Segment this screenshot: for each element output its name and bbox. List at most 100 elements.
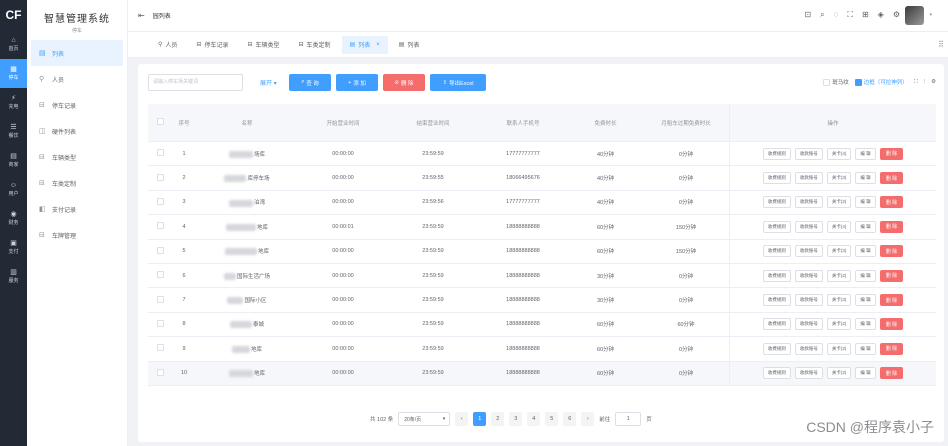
edit-button[interactable]: 编 辑: [855, 196, 876, 209]
row-checkbox[interactable]: [156, 197, 164, 205]
fullscreen-icon[interactable]: ⛶: [914, 79, 918, 86]
rail-item-7[interactable]: ▣ 支付: [0, 233, 27, 262]
page-button-3[interactable]: 3: [509, 412, 523, 426]
tab-list-active[interactable]: ▤ 列表 ×: [341, 35, 388, 54]
table-row[interactable]: 10 地库 00:00:00 23:59:59 18888888888 60分钟…: [148, 361, 936, 386]
table-row[interactable]: 4 地库 00:00:01 23:59:59 18888888888 60分钟 …: [148, 215, 936, 240]
sidebar-item-5[interactable]: ⊟ 车类定制: [27, 170, 127, 196]
rail-item-3[interactable]: ☰ 餐饮: [0, 117, 27, 146]
delete-button[interactable]: 删 除: [879, 367, 904, 380]
zebra-checkbox[interactable]: 斑马纹: [823, 78, 849, 87]
page-button-6[interactable]: 6: [563, 412, 577, 426]
page-button-5[interactable]: 5: [545, 412, 559, 426]
delete-button[interactable]: 删 除: [879, 172, 904, 185]
sidebar-item-7[interactable]: ⊟ 车牌管理: [27, 222, 127, 248]
gate-button[interactable]: 关卡(2): [826, 367, 852, 380]
chevron-down-icon[interactable]: ▾: [929, 12, 932, 18]
delete-button[interactable]: 删 除: [879, 294, 904, 307]
expand-icon[interactable]: ⊞: [862, 10, 869, 20]
gear-icon[interactable]: ⚙: [893, 10, 900, 20]
rail-item-2[interactable]: ⚡ 充电: [0, 88, 27, 117]
table-row[interactable]: 2 库停车场 00:00:00 23:59:55 18066495676 40分…: [148, 166, 936, 191]
row-checkbox[interactable]: [156, 344, 164, 352]
bell-icon[interactable]: ◌: [834, 10, 839, 20]
gate-button[interactable]: 关卡(4): [826, 220, 852, 233]
fee-rule-button[interactable]: 收费规则: [762, 147, 791, 160]
delete-button[interactable]: 删 除: [879, 196, 904, 209]
edit-button[interactable]: 编 辑: [855, 294, 876, 307]
tab-parking-record[interactable]: ⊟ 停车记录: [188, 36, 236, 54]
lock-icon[interactable]: ⊡: [804, 10, 811, 20]
row-checkbox[interactable]: [156, 295, 164, 303]
edit-button[interactable]: 编 辑: [855, 147, 876, 160]
table-row[interactable]: 7 国际小区 00:00:00 23:59:59 18888888888 30分…: [148, 288, 936, 313]
fee-rule-button[interactable]: 收费规则: [762, 294, 791, 307]
search-icon[interactable]: ⌕: [820, 10, 824, 20]
sidebar-item-2[interactable]: ⊟ 停车记录: [27, 92, 127, 118]
page-button-4[interactable]: 4: [527, 412, 541, 426]
account-button[interactable]: 收款账号: [794, 367, 823, 380]
gate-button[interactable]: 关卡(3): [826, 294, 852, 307]
sidebar-item-1[interactable]: ⚲ 人员: [27, 66, 127, 92]
row-checkbox[interactable]: [156, 319, 164, 327]
fee-rule-button[interactable]: 收费规则: [762, 318, 791, 331]
gear-icon[interactable]: ⚙: [931, 79, 936, 85]
sidebar-item-4[interactable]: ⊟ 车辆类型: [27, 144, 127, 170]
export-excel-button[interactable]: ⇪ 导出Excel: [430, 74, 486, 91]
sidebar-item-0[interactable]: ▤ 列表: [31, 40, 123, 66]
page-button-1[interactable]: 1: [473, 412, 487, 426]
rail-item-1[interactable]: ▦ 停车: [0, 59, 27, 88]
table-row[interactable]: 8 泰城 00:00:00 23:59:59 18888888888 60分钟 …: [148, 312, 936, 338]
page-button-2[interactable]: 2: [491, 412, 505, 426]
skin-icon[interactable]: ◈: [878, 10, 884, 20]
delete-button[interactable]: 删 除: [879, 220, 904, 233]
add-button[interactable]: + 添 加: [336, 74, 378, 91]
gate-button[interactable]: 关卡(3): [826, 245, 852, 258]
gate-button[interactable]: 关卡(2): [826, 196, 852, 209]
account-button[interactable]: 收款账号: [794, 245, 823, 258]
table-row[interactable]: 5 地库 00:00:00 23:59:59 18888888888 60分钟 …: [148, 239, 936, 264]
fee-rule-button[interactable]: 收费规则: [762, 367, 791, 380]
row-checkbox[interactable]: [156, 271, 164, 279]
table-row[interactable]: 9 地库 00:00:00 23:59:59 18888888888 60分钟 …: [148, 337, 936, 362]
delete-button[interactable]: 删 除: [879, 245, 904, 258]
account-button[interactable]: 收款账号: [794, 342, 823, 355]
row-checkbox[interactable]: [156, 246, 164, 254]
account-button[interactable]: 收款账号: [794, 269, 823, 282]
account-button[interactable]: 收款账号: [794, 172, 823, 185]
gate-button[interactable]: 关卡(2): [826, 318, 852, 331]
select-all-checkbox[interactable]: [156, 118, 164, 125]
edit-button[interactable]: 编 辑: [855, 245, 876, 258]
delete-button[interactable]: 删 除: [879, 318, 904, 331]
gate-button[interactable]: 关卡(3): [826, 172, 852, 185]
rail-item-8[interactable]: ▥ 服务: [0, 262, 27, 291]
delete-button[interactable]: 删 除: [879, 269, 904, 282]
fee-rule-button[interactable]: 收费规则: [762, 196, 791, 209]
edit-button[interactable]: 编 辑: [855, 342, 876, 355]
rail-item-6[interactable]: ◉ 财务: [0, 204, 27, 233]
menu-toggle-icon[interactable]: ⇤: [138, 11, 145, 20]
avatar[interactable]: [905, 6, 924, 25]
rail-item-4[interactable]: ▤ 商家: [0, 146, 27, 175]
edit-button[interactable]: 编 辑: [855, 220, 876, 233]
next-page-button[interactable]: ›: [581, 412, 595, 426]
query-button[interactable]: ⌕ 查 询: [289, 74, 331, 91]
expand-filter-button[interactable]: 展开 ▾: [260, 78, 277, 87]
gate-button[interactable]: 关卡(4): [826, 147, 852, 160]
fullscreen-icon[interactable]: ⛶: [847, 10, 853, 20]
page-size-select[interactable]: 20条/页 ▾: [398, 412, 451, 426]
table-row[interactable]: 3 泊湾 00:00:00 23:59:56 17777777777 40分钟 …: [148, 190, 936, 216]
tab-person[interactable]: ⚲ 人员: [150, 36, 185, 54]
sidebar-item-3[interactable]: ◫ 硬件列表: [27, 118, 127, 144]
tabs-menu-icon[interactable]: ⠿: [938, 40, 944, 49]
account-button[interactable]: 收款账号: [794, 220, 823, 233]
batch-delete-button[interactable]: ⊘ 删 除: [383, 74, 425, 91]
fee-rule-button[interactable]: 收费规则: [762, 245, 791, 258]
gate-button[interactable]: 关卡(2): [826, 342, 852, 355]
account-button[interactable]: 收款账号: [794, 196, 823, 209]
row-checkbox[interactable]: [156, 173, 164, 181]
column-settings-icon[interactable]: ⫶: [924, 79, 925, 86]
tab-list[interactable]: ▤ 列表: [391, 36, 428, 54]
rail-item-0[interactable]: ⌂ 首页: [0, 30, 27, 59]
fee-rule-button[interactable]: 收费规则: [762, 220, 791, 233]
